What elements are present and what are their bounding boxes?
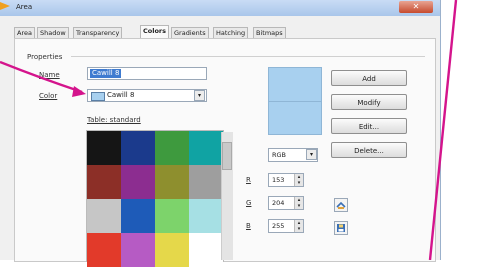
annotation-arrow-left — [0, 60, 83, 94]
annotation-overlay — [0, 0, 458, 260]
annotation-line-right — [428, 0, 458, 260]
annotation-arrowhead — [72, 86, 86, 97]
title-arrow-icon — [0, 2, 10, 10]
